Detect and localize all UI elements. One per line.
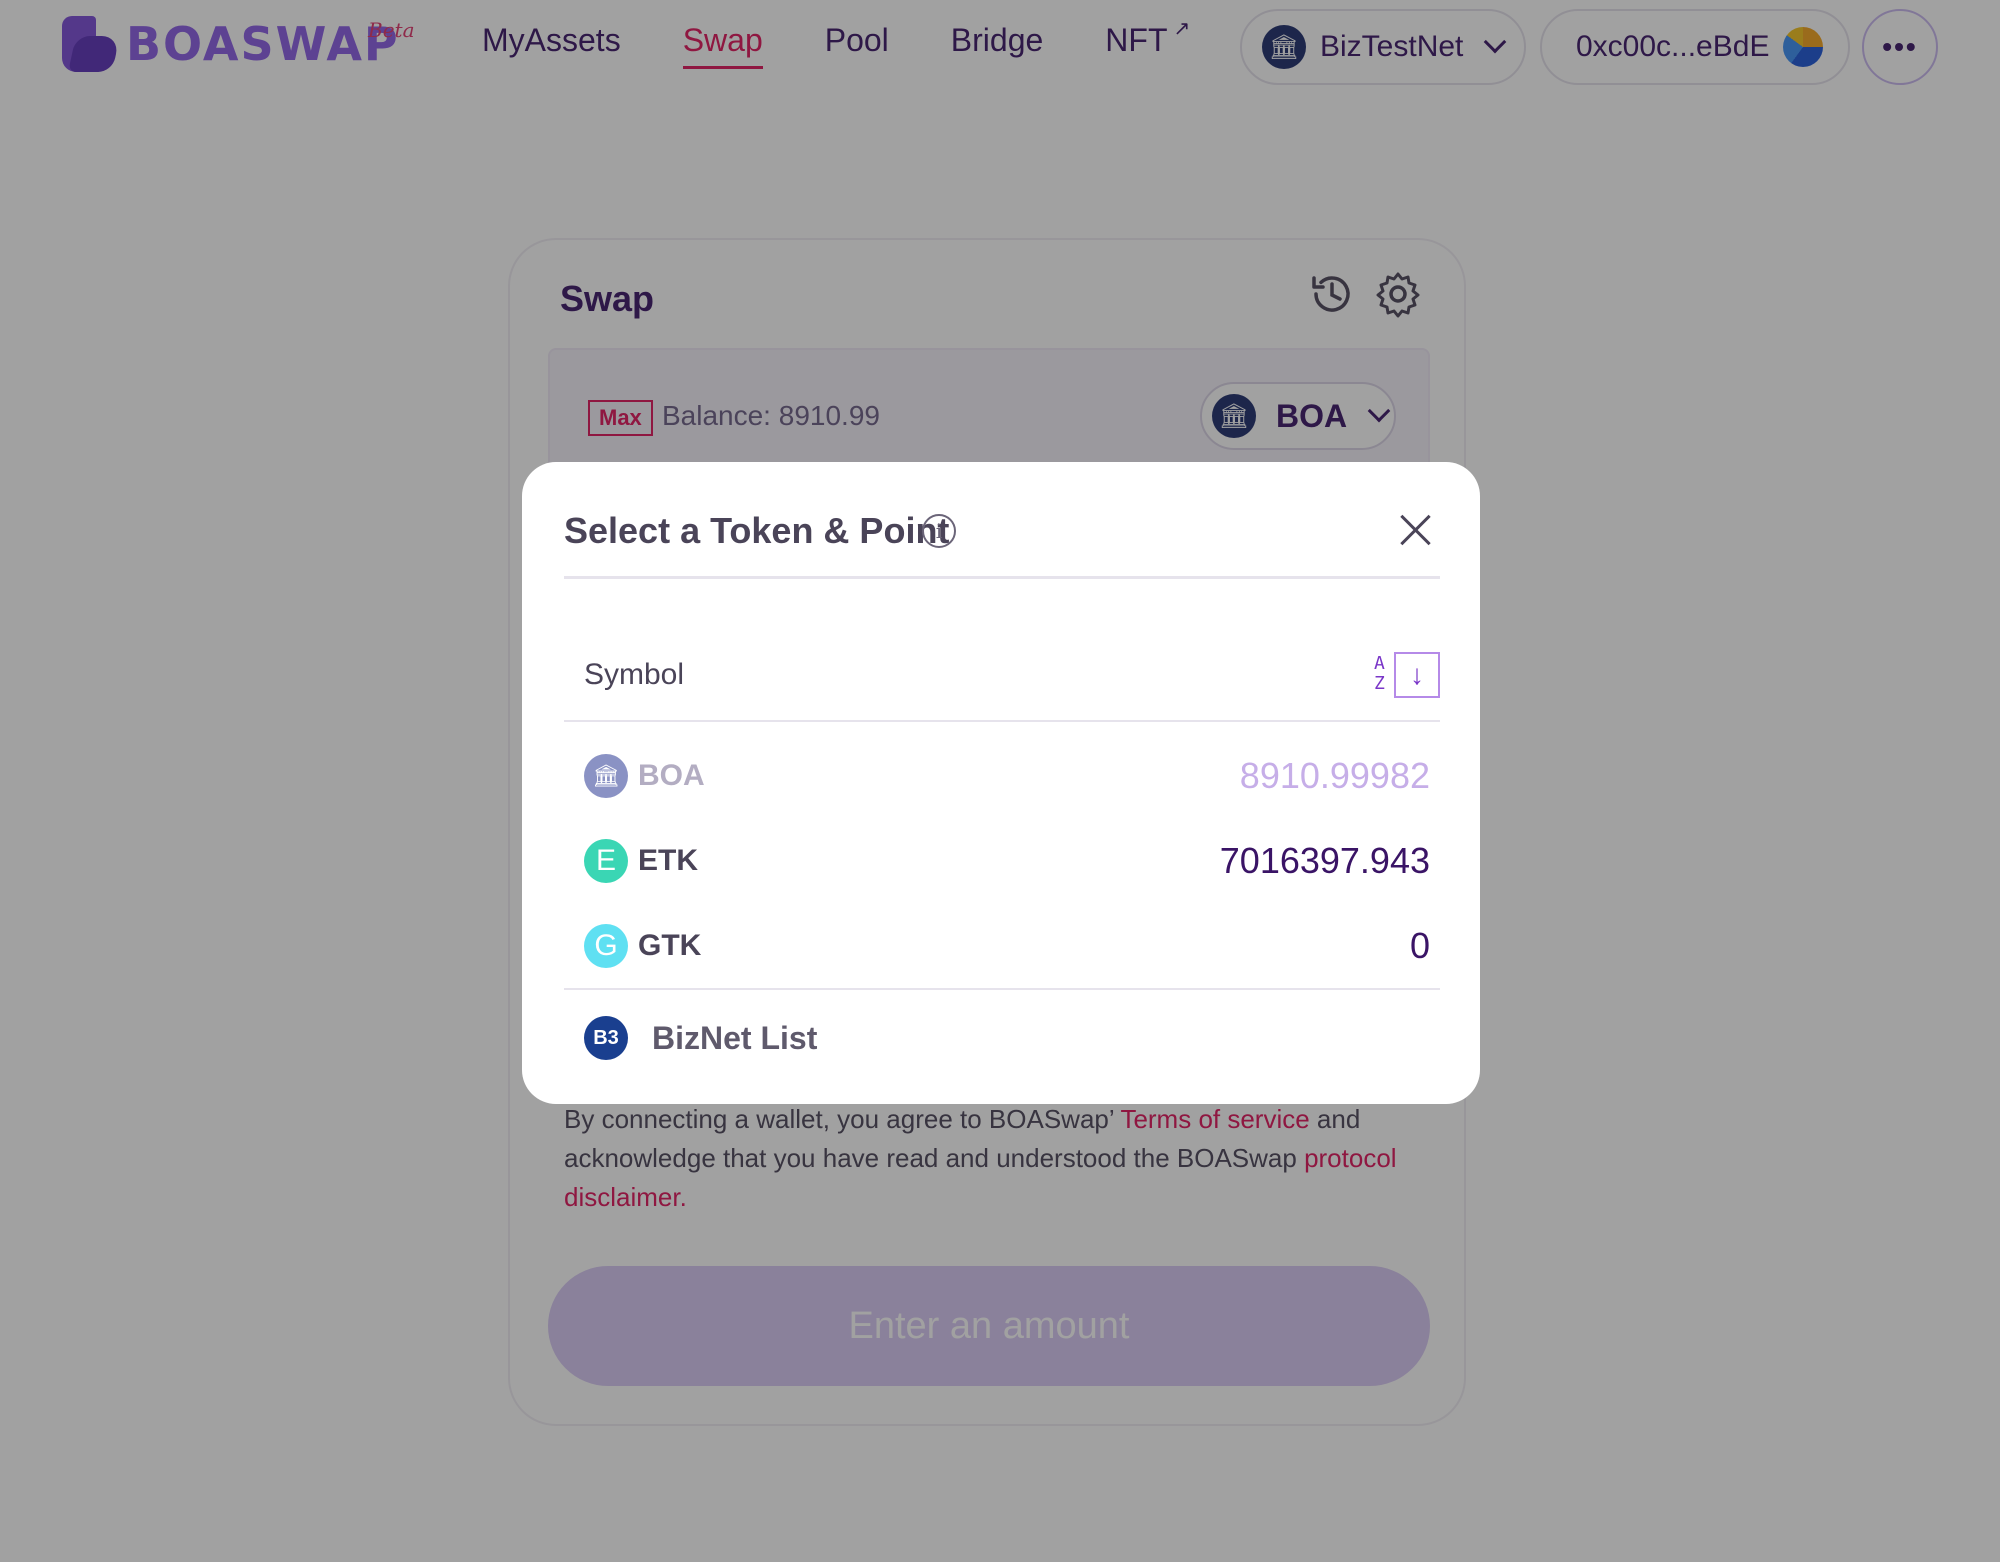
divider (564, 720, 1440, 722)
select-token-modal: Select a Token & Point i Symbol AZ ↓ 🏛 B… (522, 462, 1480, 1104)
token-row-boa[interactable]: 🏛 BOA 8910.99982 (584, 752, 1430, 800)
token-row-etk[interactable]: E ETK 7016397.943 (584, 837, 1430, 885)
symbol-column-header: Symbol (584, 658, 685, 691)
etk-token-icon: E (584, 839, 628, 883)
gtk-token-icon: G (584, 924, 628, 968)
biznet-logo-icon: B3 (584, 1016, 628, 1060)
token-symbol: GTK (638, 929, 702, 962)
divider (564, 988, 1440, 990)
token-symbol: ETK (638, 844, 698, 877)
info-icon[interactable]: i (922, 514, 956, 548)
biznet-list-label: BizNet List (652, 1019, 818, 1056)
token-symbol: BOA (638, 759, 705, 792)
biznet-list-button[interactable]: B3 BizNet List (584, 1016, 817, 1060)
token-row-gtk[interactable]: G GTK 0 (584, 922, 1430, 970)
token-balance: 0 (1409, 925, 1430, 966)
boa-token-icon: 🏛 (584, 754, 628, 798)
modal-title: Select a Token & Point (564, 510, 950, 551)
close-icon[interactable] (1398, 512, 1434, 548)
sort-az-icon: AZ (1374, 653, 1385, 694)
divider (564, 576, 1440, 579)
token-balance: 7016397.943 (1219, 840, 1430, 881)
token-balance: 8910.99982 (1239, 755, 1430, 796)
sort-direction-button[interactable]: ↓ (1394, 652, 1440, 698)
